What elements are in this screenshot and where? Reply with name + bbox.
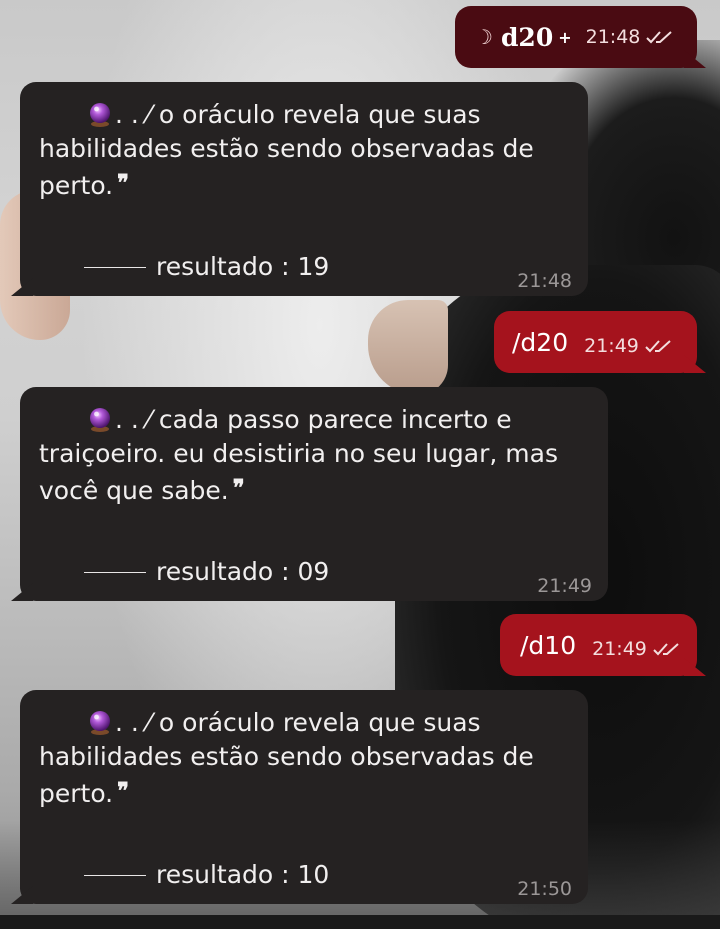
message-time: 21:49	[592, 638, 647, 660]
result-divider	[84, 266, 146, 268]
incoming-message[interactable]: . . ⁄ cada passo parece incerto e traiço…	[20, 387, 608, 601]
outgoing-message[interactable]: ☽ d20 + 21:48	[455, 6, 697, 68]
read-receipt-icon	[653, 643, 679, 656]
message-text: . . ⁄ o oráculo revela que suas habilida…	[39, 100, 534, 200]
message-time: 21:49	[537, 575, 592, 597]
message-body: . . ⁄ o oráculo revela que suas habilida…	[39, 98, 570, 203]
read-receipt-icon	[645, 340, 671, 353]
result-line: resultado : 19	[84, 250, 329, 284]
result-label: resultado : 19	[156, 252, 330, 281]
message-text: d20	[500, 22, 554, 52]
message-body: . . ⁄ cada passo parece incerto e traiço…	[39, 403, 590, 508]
outgoing-message[interactable]: /d10 21:49	[500, 614, 697, 676]
closing-quote-icon: ❞	[232, 475, 245, 501]
crystal-ball-icon	[90, 711, 110, 735]
result-label: resultado : 09	[156, 557, 330, 586]
incoming-message[interactable]: . . ⁄ o oráculo revela que suas habilida…	[20, 82, 588, 296]
result-line: resultado : 10	[84, 858, 329, 892]
crystal-ball-icon	[90, 408, 110, 432]
sparkle-icon: +	[558, 27, 572, 47]
result-label: resultado : 10	[156, 860, 330, 889]
incoming-message[interactable]: . . ⁄ o oráculo revela que suas habilida…	[20, 690, 588, 904]
message-text: . . ⁄ o oráculo revela que suas habilida…	[39, 708, 534, 808]
outgoing-message[interactable]: /d20 21:49	[494, 311, 697, 373]
read-receipt-icon	[646, 31, 673, 44]
message-time: 21:49	[584, 335, 639, 357]
message-text: /d10	[520, 630, 577, 660]
result-divider	[84, 571, 146, 573]
message-text: . . ⁄ cada passo parece incerto e traiço…	[39, 405, 558, 505]
message-time: 21:48	[517, 270, 572, 292]
message-time: 21:50	[517, 878, 572, 900]
result-line: resultado : 09	[84, 555, 329, 589]
moon-icon: ☽	[475, 25, 493, 49]
message-body: . . ⁄ o oráculo revela que suas habilida…	[39, 706, 570, 811]
message-text: /d20	[512, 327, 569, 357]
message-time: 21:48	[585, 26, 641, 48]
crystal-ball-icon	[90, 103, 110, 127]
closing-quote-icon: ❞	[117, 170, 129, 196]
bottom-bar	[0, 915, 720, 929]
closing-quote-icon: ❞	[117, 778, 129, 804]
result-divider	[84, 874, 146, 876]
